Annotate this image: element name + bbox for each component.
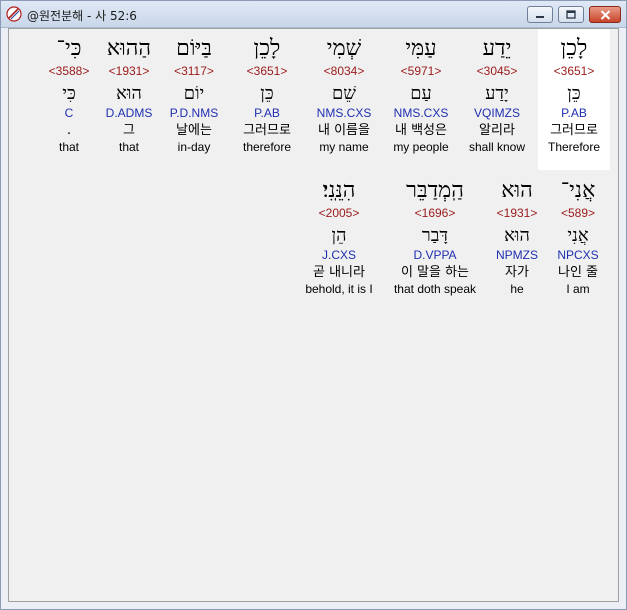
english-gloss: Therefore [547,140,601,154]
korean-gloss: 그러므로 [550,123,598,138]
word-card[interactable]: לָכֵן <3651> כֵּן P.AB 그러므로 Therefore [538,29,610,170]
minimize-icon [536,15,544,18]
word-card[interactable]: לָכֵן <3651> כֵּן P.AB 그러므로 therefore [231,29,303,170]
hebrew-word: בַּיּוֹם [176,36,212,61]
word-card[interactable]: שְׁמִי <8034> שֵׁם NMS.CXS 내 이름을 my name [308,29,380,170]
hebrew-word: אֲנִי־ [560,178,596,203]
hebrew-word: הִנֵּֽנִי׃ [322,178,356,203]
morph-code[interactable]: C [43,106,95,121]
lemma: הוּא [116,83,142,104]
strong-number[interactable]: <3117> [161,64,227,78]
korean-gloss: 그러므로 [243,123,291,138]
hebrew-word: כִּי־ [56,36,82,61]
morph-code[interactable]: J.CXS [294,248,384,263]
hebrew-bible-app-icon [6,6,22,22]
strong-number[interactable]: <3651> [231,64,303,78]
lemma: יָדַע [485,83,509,104]
strong-number[interactable]: <3588> [43,64,95,78]
strong-number[interactable]: <1931> [98,64,160,78]
lemma: כִּי [62,83,76,104]
morph-code[interactable]: VQIMZS [461,106,533,121]
english-gloss: shall know [468,140,526,154]
hebrew-word: הַהוּא [106,36,152,61]
title-bar[interactable]: @원전분해 - 사 52:6 [1,1,626,28]
word-card[interactable]: הַֽמְדַבֵּר <1696> דָּבַר D.VPPA 이 말을 하는… [386,171,484,312]
korean-gloss: 그 [123,123,135,138]
morph-code[interactable]: P.AB [231,106,303,121]
korean-gloss: 알리라 [479,123,515,138]
english-gloss: he [510,282,524,296]
hebrew-word: לָכֵן [253,36,281,61]
word-card[interactable]: הַהוּא <1931> הוּא D.ADMS 그 that [98,29,160,170]
strong-number[interactable]: <5971> [385,64,457,78]
lemma: דָּבַר [421,225,449,246]
english-gloss: in-day [177,140,211,154]
korean-gloss: 날에는 [176,123,212,138]
window-title: @원전분해 - 사 52:6 [27,9,137,23]
korean-gloss: 곧 내니라 [313,265,365,280]
lemma: הוּא [504,225,530,246]
lemma: כֵּן [260,83,274,104]
maximize-button[interactable] [558,6,584,23]
app-window: @원전분해 - 사 52:6 לָכֵן <3651> כֵּן P.AB 그러… [0,0,627,610]
strong-number[interactable]: <3651> [538,64,610,78]
hebrew-word: שְׁמִי [326,36,362,61]
word-card[interactable]: אֲנִי־ <589> אֲנִי NPCXS 나인 줄 I am [542,171,614,312]
strong-number[interactable]: <3045> [461,64,533,78]
word-card[interactable]: הִנֵּֽנִי׃ <2005> הֵן J.CXS 곧 내니라 behold… [294,171,384,312]
strong-number[interactable]: <1696> [386,206,484,220]
lemma: הֵן [331,225,347,246]
strong-number[interactable]: <2005> [294,206,384,220]
morph-code[interactable]: NPMZS [482,248,552,263]
english-gloss: I am [566,282,590,296]
korean-gloss: . [66,123,72,138]
minimize-button[interactable] [527,6,553,23]
word-card[interactable]: הוּא <1931> הוּא NPMZS 자가 he [482,171,552,312]
word-card[interactable]: יֵדַע <3045> יָדַע VQIMZS 알리라 shall know [461,29,533,170]
hebrew-word: לָכֵן [560,36,588,61]
english-gloss: my name [319,140,369,154]
hebrew-word: הַֽמְדַבֵּר [406,178,464,203]
hebrew-word: יֵדַע [482,36,512,61]
morph-code[interactable]: NMS.CXS [308,106,380,121]
maximize-icon [566,10,576,19]
hebrew-word: הוּא [501,178,533,203]
korean-gloss: 내 백성은 [395,123,447,138]
korean-gloss: 나인 줄 [557,265,598,280]
strong-number[interactable]: <589> [542,206,614,220]
word-card[interactable]: בַּיּוֹם <3117> יוֹם P.D.NMS 날에는 in-day [161,29,227,170]
morph-code[interactable]: D.ADMS [98,106,160,121]
morph-code[interactable]: D.VPPA [386,248,484,263]
interlinear-pane: לָכֵן <3651> כֵּן P.AB 그러므로 Therefore יֵ… [8,28,619,602]
lemma: שֵׁם [332,83,356,104]
word-card[interactable]: כִּי־ <3588> כִּי C . that [43,29,95,170]
morph-code[interactable]: NMS.CXS [385,106,457,121]
english-gloss: that [58,140,79,154]
lemma: אֲנִי [567,225,589,246]
english-gloss: therefore [242,140,292,154]
morph-code[interactable]: P.D.NMS [161,106,227,121]
lemma: כֵּן [567,83,581,104]
korean-gloss: 내 이름을 [318,123,370,138]
hebrew-word: עַמִּי [405,36,437,61]
english-gloss: that [118,140,139,154]
word-card[interactable]: עַמִּי <5971> עַם NMS.CXS 내 백성은 my peopl… [385,29,457,170]
morph-code[interactable]: P.AB [538,106,610,121]
korean-gloss: 이 말을 하는 [400,265,470,280]
strong-number[interactable]: <8034> [308,64,380,78]
morph-code[interactable]: NPCXS [542,248,614,263]
strong-number[interactable]: <1931> [482,206,552,220]
english-gloss: that doth speak [393,282,477,296]
close-button[interactable] [589,6,621,23]
english-gloss: behold, it is I [305,282,373,296]
korean-gloss: 자가 [505,265,529,280]
lemma: יוֹם [183,83,205,104]
english-gloss: my people [393,140,449,154]
close-icon [600,9,610,20]
lemma: עַם [410,83,432,104]
